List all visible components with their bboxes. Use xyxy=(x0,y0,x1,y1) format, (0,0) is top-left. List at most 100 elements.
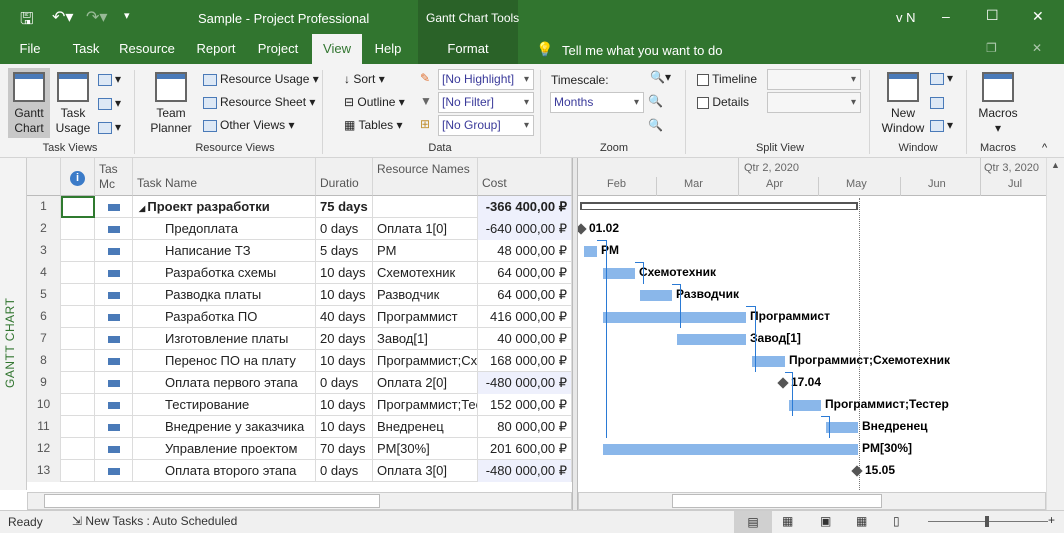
maximize-button[interactable]: ☐ xyxy=(986,7,999,24)
restore-window-icon[interactable]: ❐ xyxy=(986,41,997,55)
task-name-cell[interactable]: Внедрение у заказчика xyxy=(133,416,316,438)
collapse-ribbon-icon[interactable]: ^ xyxy=(1042,142,1047,154)
indicators-cell[interactable] xyxy=(61,350,95,372)
duration-cell[interactable]: 0 days xyxy=(316,218,373,240)
task-name-cell[interactable]: Перенос ПО на плату xyxy=(133,350,316,372)
hide-icon[interactable] xyxy=(930,95,947,109)
duration-cell[interactable]: 75 days xyxy=(316,196,373,218)
task-mode-cell[interactable] xyxy=(95,350,133,372)
outline-button[interactable]: ⊟ Outline ▾ xyxy=(344,95,405,109)
milestone-marker[interactable] xyxy=(851,465,863,477)
table-row[interactable]: 10 Тестирование10 daysПрограммист;Тестер1… xyxy=(27,394,572,416)
row-number[interactable]: 1 xyxy=(27,196,61,218)
task-name-cell[interactable]: Предоплата xyxy=(133,218,316,240)
table-row[interactable]: 4 Разработка схемы 10 days Схемотехник 64 00… xyxy=(27,262,572,284)
group-select[interactable]: [No Group] xyxy=(438,115,534,136)
cost-cell[interactable]: -480 000,00 ₽ xyxy=(478,372,572,394)
task-mode-cell[interactable] xyxy=(95,284,133,306)
tab-file[interactable]: File xyxy=(12,34,48,64)
tab-resource[interactable]: Resource xyxy=(116,34,178,64)
duration-cell[interactable]: 20 days xyxy=(316,328,373,350)
task-bar[interactable] xyxy=(677,334,746,345)
zoom-slider-thumb[interactable] xyxy=(985,516,989,527)
duration-cell[interactable]: 0 days xyxy=(316,372,373,394)
customize-qat-icon[interactable]: ▾ xyxy=(124,9,130,22)
header-cost[interactable]: Cost xyxy=(478,158,572,196)
row-number[interactable]: 9 xyxy=(27,372,61,394)
header-duration[interactable]: Duratio xyxy=(316,158,373,196)
gantt-chart-button[interactable]: Gantt Chart xyxy=(8,68,50,138)
row-number[interactable]: 5 xyxy=(27,284,61,306)
indicators-cell[interactable] xyxy=(61,240,95,262)
milestone-marker[interactable] xyxy=(578,223,587,235)
table-row[interactable]: 3 Написание ТЗ 5 days PM 48 000,00 ₽ xyxy=(27,240,572,262)
task-mode-cell[interactable] xyxy=(95,196,133,218)
select-all-corner[interactable] xyxy=(27,158,61,196)
collapse-icon[interactable]: ◢ xyxy=(139,204,147,213)
zoom-in-icon[interactable]: + xyxy=(1048,513,1055,527)
new-tasks-mode[interactable]: ⇲ New Tasks : Auto Scheduled xyxy=(72,514,237,528)
summary-bar[interactable] xyxy=(580,202,858,210)
row-number[interactable]: 8 xyxy=(27,350,61,372)
task-name-cell[interactable]: Разработка ПО xyxy=(133,306,316,328)
cost-cell[interactable]: -640 000,00 ₽ xyxy=(478,218,572,240)
task-bar[interactable] xyxy=(584,246,597,257)
gantt-horizontal-scrollbar[interactable] xyxy=(578,492,1046,510)
task-name-cell[interactable]: Разработка схемы xyxy=(133,262,316,284)
task-usage-button[interactable]: Task Usage xyxy=(52,72,94,136)
resource-names-cell[interactable]: Оплата 2[0] xyxy=(373,372,478,394)
tab-help[interactable]: Help xyxy=(366,34,410,64)
task-mode-cell[interactable] xyxy=(95,328,133,350)
undo-icon[interactable]: ↶▾ xyxy=(52,7,73,27)
filter-select[interactable]: [No Filter] xyxy=(438,92,534,113)
task-bar[interactable] xyxy=(752,356,785,367)
other-task-views-icon[interactable]: ▾ xyxy=(98,120,121,134)
cost-cell[interactable]: 201 600,00 ₽ xyxy=(478,438,572,460)
row-number[interactable]: 2 xyxy=(27,218,61,240)
indicators-cell[interactable] xyxy=(61,218,95,240)
task-mode-cell[interactable] xyxy=(95,460,133,482)
cost-cell[interactable]: 64 000,00 ₽ xyxy=(478,284,572,306)
user-name[interactable]: v N xyxy=(896,10,916,25)
duration-cell[interactable]: 0 days xyxy=(316,460,373,482)
highlight-select[interactable]: [No Highlight] xyxy=(438,69,534,90)
indicators-cell[interactable] xyxy=(61,262,95,284)
timeline-view-select[interactable] xyxy=(767,69,861,90)
resource-names-cell[interactable]: PM[30%] xyxy=(373,438,478,460)
task-usage-shortcut-icon[interactable]: ▦ xyxy=(782,514,793,528)
task-mode-cell[interactable] xyxy=(95,262,133,284)
indicators-cell[interactable] xyxy=(61,438,95,460)
task-mode-cell[interactable] xyxy=(95,306,133,328)
tab-project[interactable]: Project xyxy=(252,34,304,64)
duration-cell[interactable]: 10 days xyxy=(316,350,373,372)
task-mode-cell[interactable] xyxy=(95,416,133,438)
duration-cell[interactable]: 10 days xyxy=(316,416,373,438)
minimize-button[interactable]: – xyxy=(942,8,950,24)
tables-button[interactable]: ▦ Tables ▾ xyxy=(344,118,403,132)
vertical-scrollbar[interactable]: ▲ xyxy=(1046,158,1064,510)
tab-task[interactable]: Task xyxy=(66,34,106,64)
resource-names-cell[interactable]: Программист;Схемотехник xyxy=(373,350,478,372)
header-resource-names[interactable]: Resource Names xyxy=(373,158,478,196)
indicators-cell[interactable] xyxy=(61,196,95,218)
table-row[interactable]: 8 Перенос ПО на плату 10 days Программист;С… xyxy=(27,350,572,372)
row-number[interactable]: 11 xyxy=(27,416,61,438)
team-planner-button[interactable]: Team Planner xyxy=(146,72,196,136)
resource-names-cell[interactable]: Завод[1] xyxy=(373,328,478,350)
task-mode-cell[interactable] xyxy=(95,218,133,240)
resource-sheet-button[interactable]: Resource Sheet ▾ xyxy=(203,95,315,109)
task-mode-cell[interactable] xyxy=(95,394,133,416)
duration-cell[interactable]: 5 days xyxy=(316,240,373,262)
cost-cell[interactable]: 64 000,00 ₽ xyxy=(478,262,572,284)
tab-format[interactable]: Format xyxy=(430,34,506,64)
task-name-cell[interactable]: Управление проектом xyxy=(133,438,316,460)
row-number[interactable]: 4 xyxy=(27,262,61,284)
duration-cell[interactable]: 10 days xyxy=(316,262,373,284)
cost-cell[interactable]: 152 000,00 ₽ xyxy=(478,394,572,416)
header-task-name[interactable]: Task Name xyxy=(133,158,316,196)
table-row[interactable]: 12 Управление проектом 70 days PM[30%] 201 6… xyxy=(27,438,572,460)
task-mode-cell[interactable] xyxy=(95,372,133,394)
redo-icon[interactable]: ↷▾ xyxy=(86,7,107,27)
table-row[interactable]: 7 Изготовление платы 20 days Завод[1] 40 000… xyxy=(27,328,572,350)
cost-cell[interactable]: 416 000,00 ₽ xyxy=(478,306,572,328)
